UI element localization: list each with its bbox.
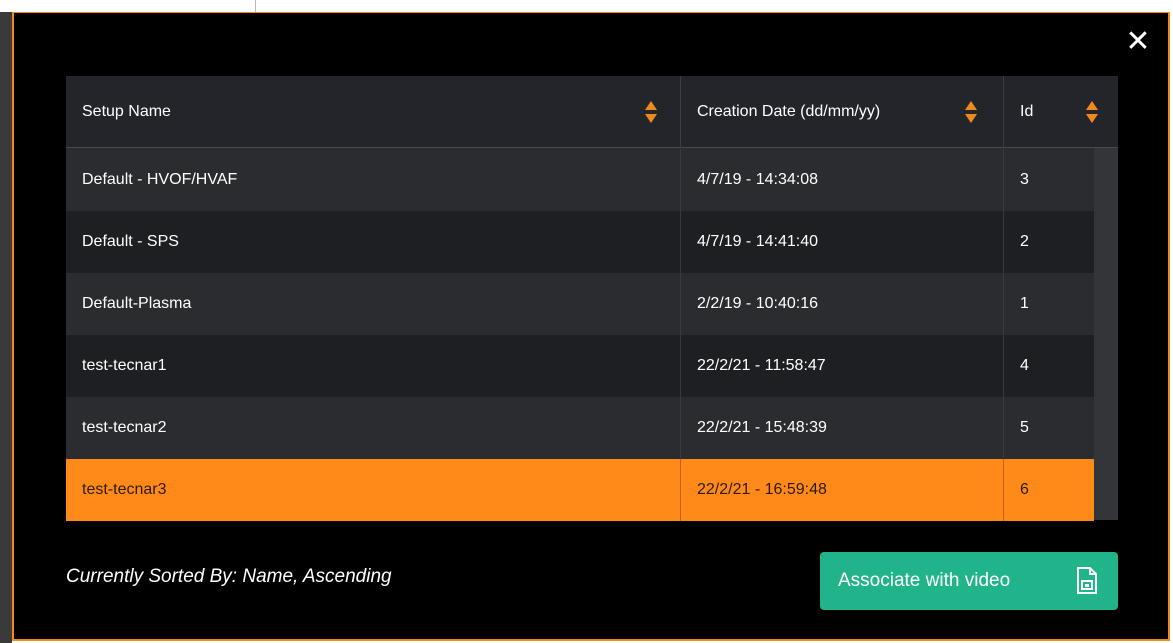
cell-id: 3 bbox=[1020, 171, 1029, 188]
sort-status-text: Currently Sorted By: Name, Ascending bbox=[66, 566, 392, 587]
cell-creation-date: 2/2/19 - 10:40:16 bbox=[697, 295, 818, 312]
column-header-creation-date[interactable]: Creation Date (dd/mm/yy) bbox=[681, 76, 1003, 148]
cell-setup-name: Default - SPS bbox=[82, 233, 179, 250]
sort-arrows-icon[interactable] bbox=[644, 99, 658, 125]
cell-setup-name: test-tecnar2 bbox=[82, 419, 167, 436]
cell-creation-date: 4/7/19 - 14:34:08 bbox=[697, 171, 818, 188]
table-row[interactable]: test-tecnar1 22/2/21 - 11:58:47 4 bbox=[66, 335, 1094, 397]
cell-id: 1 bbox=[1020, 295, 1029, 312]
cell-id: 4 bbox=[1020, 357, 1029, 374]
cell-id: 2 bbox=[1020, 233, 1029, 250]
table-row-selected[interactable]: test-tecnar3 22/2/21 - 16:59:48 6 bbox=[66, 459, 1094, 521]
sort-arrows-icon[interactable] bbox=[964, 99, 978, 125]
background-divider bbox=[255, 0, 256, 12]
associate-with-video-button[interactable]: Associate with video bbox=[820, 552, 1118, 610]
column-header-id[interactable]: Id bbox=[1004, 76, 1118, 148]
cell-id: 5 bbox=[1020, 419, 1029, 436]
vertical-scrollbar[interactable] bbox=[1094, 148, 1118, 520]
background-edge bbox=[0, 12, 12, 643]
table-row[interactable]: Default - HVOF/HVAF 4/7/19 - 14:34:08 3 bbox=[66, 149, 1094, 211]
table-row[interactable]: test-tecnar2 22/2/21 - 15:48:39 5 bbox=[66, 397, 1094, 459]
associate-button-label: Associate with video bbox=[838, 570, 1011, 591]
cell-setup-name: Default - HVOF/HVAF bbox=[82, 171, 238, 188]
close-button[interactable]: ✕ bbox=[1124, 27, 1152, 57]
column-header-setup-name[interactable]: Setup Name bbox=[66, 76, 680, 148]
cell-creation-date: 22/2/21 - 11:58:47 bbox=[697, 357, 826, 374]
table-row[interactable]: Default-Plasma 2/2/19 - 10:40:16 1 bbox=[66, 273, 1094, 335]
cell-creation-date: 4/7/19 - 14:41:40 bbox=[697, 233, 818, 250]
cell-creation-date: 22/2/21 - 16:59:48 bbox=[697, 481, 827, 498]
column-header-label: Creation Date (dd/mm/yy) bbox=[697, 103, 881, 120]
table-header: Setup Name Creation Date (dd/mm/yy) Id bbox=[66, 76, 1118, 148]
cell-id: 6 bbox=[1020, 481, 1029, 498]
cell-setup-name: Default-Plasma bbox=[82, 295, 192, 312]
background-page bbox=[0, 0, 1173, 12]
cell-creation-date: 22/2/21 - 15:48:39 bbox=[697, 419, 827, 436]
cell-setup-name: test-tecnar3 bbox=[82, 481, 167, 498]
sort-arrows-icon[interactable] bbox=[1085, 99, 1099, 125]
cell-setup-name: test-tecnar1 bbox=[82, 357, 167, 374]
column-header-label: Id bbox=[1020, 103, 1034, 120]
video-file-icon bbox=[1077, 567, 1097, 594]
column-header-label: Setup Name bbox=[82, 103, 171, 120]
setups-table: Setup Name Creation Date (dd/mm/yy) Id D… bbox=[66, 76, 1118, 521]
table-row[interactable]: Default - SPS 4/7/19 - 14:41:40 2 bbox=[66, 211, 1094, 273]
